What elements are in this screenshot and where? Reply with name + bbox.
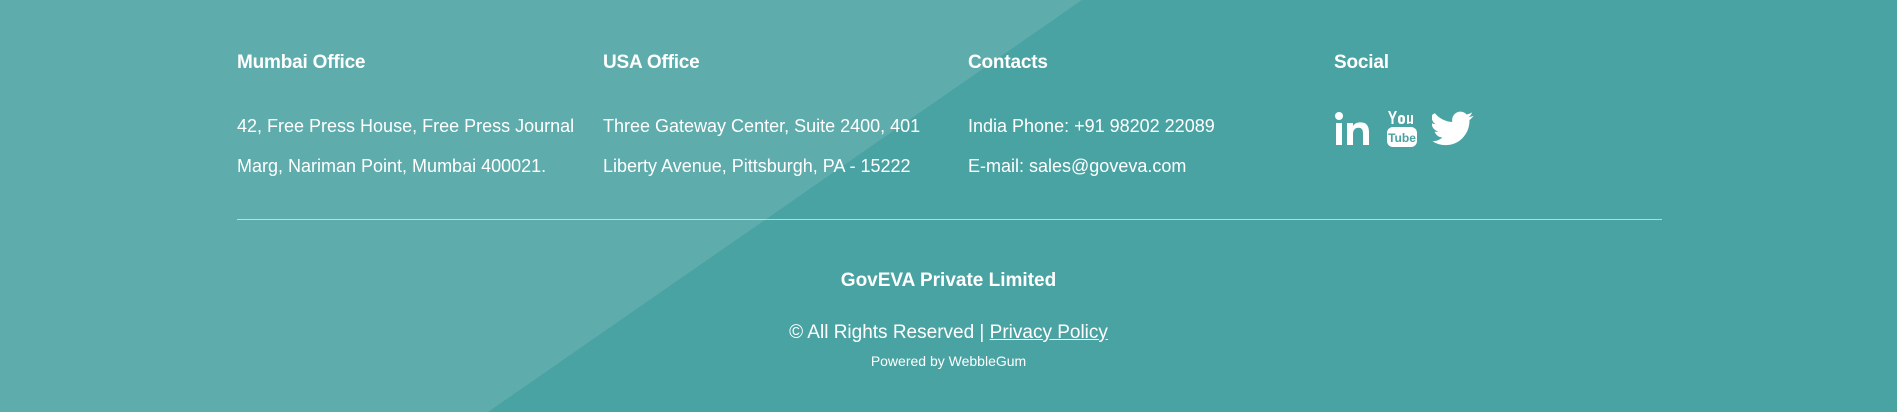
youtube-link[interactable]: Tube	[1386, 110, 1418, 153]
email-address[interactable]: E-mail: sales@goveva.com	[968, 146, 1215, 186]
powered-by[interactable]: Powered by WebbleGum	[0, 353, 1897, 369]
footer-divider	[237, 219, 1662, 220]
mumbai-office-title: Mumbai Office	[237, 52, 366, 73]
contacts-column: Contacts India Phone: +91 98202 22089 E-…	[968, 52, 1215, 186]
usa-office-column: USA Office Three Gateway Center, Suite 2…	[603, 52, 920, 186]
site-footer: Mumbai Office 42, Free Press House, Free…	[0, 0, 1897, 412]
usa-address-line-2: Liberty Avenue, Pittsburgh, PA - 15222	[603, 156, 911, 176]
linkedin-link[interactable]	[1334, 111, 1372, 152]
contacts-title: Contacts	[968, 52, 1048, 73]
twitter-icon	[1431, 111, 1474, 146]
india-phone[interactable]: India Phone: +91 98202 22089	[968, 106, 1215, 146]
rights-text: © All Rights Reserved |	[789, 322, 990, 343]
privacy-policy-link[interactable]: Privacy Policy	[990, 322, 1108, 343]
mumbai-address-line-1: 42, Free Press House, Free Press Journal	[237, 116, 575, 136]
twitter-link[interactable]	[1431, 111, 1474, 152]
copyright-line: © All Rights Reserved | Privacy Policy	[0, 322, 1897, 344]
mumbai-address-line-2: Marg, Nariman Point, Mumbai 400021.	[237, 156, 547, 176]
mumbai-office-column: Mumbai Office 42, Free Press House, Free…	[237, 52, 574, 186]
linkedin-icon	[1335, 112, 1369, 145]
usa-office-title: USA Office	[603, 52, 700, 73]
social-column: Social Tube	[1334, 52, 1474, 153]
usa-address-line-1: Three Gateway Center, Suite 2400, 401	[603, 116, 921, 136]
svg-text:Tube: Tube	[1388, 131, 1416, 145]
company-name: GovEVA Private Limited	[840, 270, 1057, 291]
social-title: Social	[1334, 52, 1389, 73]
social-icons: Tube	[1334, 110, 1474, 153]
youtube-icon: Tube	[1387, 111, 1417, 147]
